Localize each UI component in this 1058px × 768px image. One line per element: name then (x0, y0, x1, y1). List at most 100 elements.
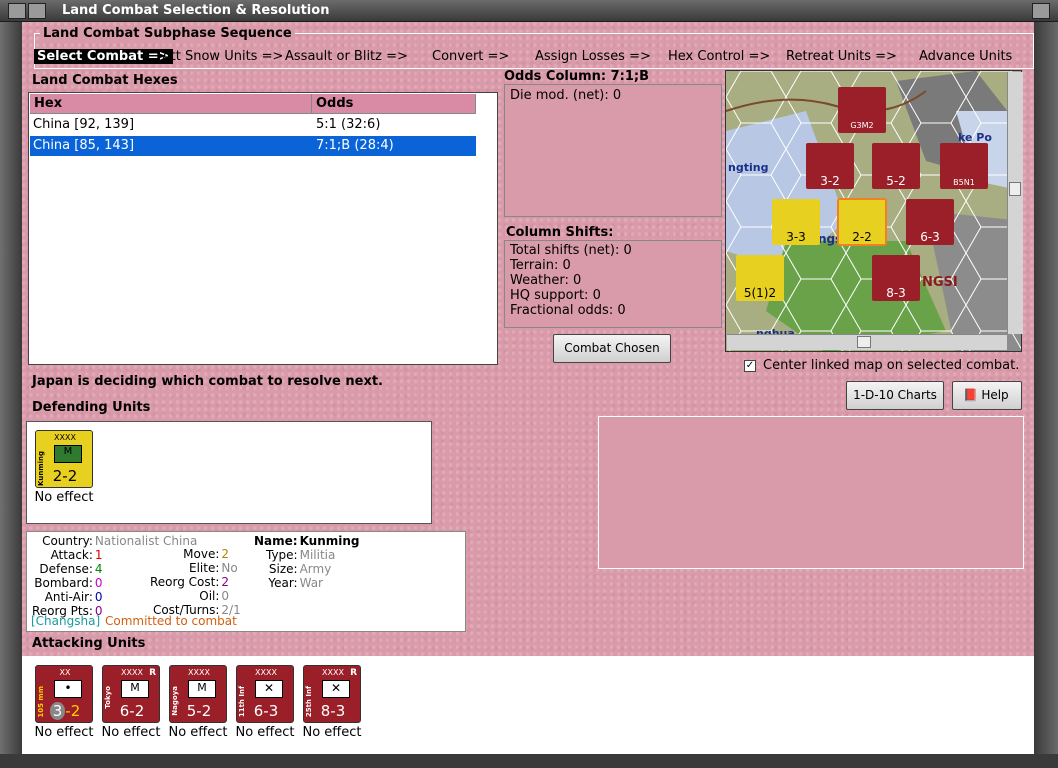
combat-hexes-table: Hex Odds China [92, 139] 5:1 (32:6) Chin… (28, 92, 498, 365)
attacking-unit-counter[interactable]: XXXX Nagoya M 5-2 (169, 665, 227, 723)
defending-units-title: Defending Units (32, 400, 151, 415)
step-advance-units: Advance Units (919, 49, 1013, 64)
svg-text:3-2: 3-2 (820, 174, 840, 188)
step-select-combat: Select Combat => (34, 49, 173, 64)
unit-status: Committed to combat (105, 614, 237, 628)
unit-info-panel: Country: Nationalist China Attack: 1 Defen… (26, 531, 466, 632)
attacking-unit-counter[interactable]: XXXX R 25th Inf ✕ 8-3 (303, 665, 361, 723)
map-counter[interactable]: 3-2 (806, 143, 854, 189)
step-att-snow: Att Snow Units => (162, 49, 284, 64)
shift-fractional: Fractional odds: 0 (510, 303, 626, 318)
combat-result-box (598, 416, 1024, 569)
defending-units-panel: XXXX Kunming M 2-2 No effect (26, 421, 432, 524)
table-row-selected[interactable]: China [85, 143] 7:1;B (28:4) (30, 136, 476, 156)
main-content: Land Combat Subphase Sequence Select Com… (22, 22, 1034, 754)
svg-text:8-3: 8-3 (886, 286, 906, 300)
center-map-checkbox[interactable]: ✓ (744, 360, 756, 372)
row-hex: China [85, 143] (33, 138, 135, 153)
window-title: Land Combat Selection & Resolution (62, 3, 330, 18)
map-counter[interactable]: 8-3 (872, 255, 920, 301)
map-counter[interactable]: 6-3 (906, 199, 954, 245)
help-button[interactable]: 📕 Help (952, 381, 1022, 410)
row-hex: China [92, 139] (33, 117, 135, 132)
combat-chosen-button[interactable]: Combat Chosen (553, 334, 671, 363)
shift-weather: Weather: 0 (510, 273, 582, 288)
step-hex-control: Hex Control => (668, 49, 771, 64)
step-assign-losses: Assign Losses => (535, 49, 651, 64)
map-vertical-scrollbar[interactable] (1007, 72, 1023, 334)
svg-text:6-3: 6-3 (920, 230, 940, 244)
status-message: Japan is deciding which combat to resolv… (32, 374, 383, 389)
odds-column-title: Odds Column: 7:1;B (504, 69, 650, 84)
odds-box: Die mod. (net): 0 (504, 84, 722, 217)
step-retreat-units: Retreat Units => (786, 49, 897, 64)
close-button[interactable] (1032, 3, 1050, 19)
svg-text:5(1)2: 5(1)2 (744, 286, 776, 300)
map-label: ke Po (958, 131, 992, 144)
info-col-2: Move: 2 Elite: No Reorg Cost: 2 Oil: 0 Cost/… (150, 547, 241, 617)
row-odds: 7:1;B (28:4) (316, 138, 394, 153)
land-combat-hexes-title: Land Combat Hexes (32, 73, 178, 88)
map-svg: ngting ke Po ngs NGSI nghua G3M2 3-2 5-2… (726, 71, 1021, 351)
svg-text:3-3: 3-3 (786, 230, 806, 244)
charts-button[interactable]: 1-D-10 Charts (846, 381, 944, 410)
step-assault-blitz: Assault or Blitz => (285, 49, 408, 64)
defending-effect: No effect (34, 490, 94, 505)
artillery-icon: • (54, 680, 82, 698)
attacking-unit-counter[interactable]: XXXX 11th Inf ✕ 6-3 (236, 665, 294, 723)
map-counter[interactable]: B5N1 (940, 143, 988, 189)
svg-text:2-2: 2-2 (852, 230, 872, 244)
infantry-icon: ✕ (255, 680, 283, 698)
map-counter[interactable]: 3-3 (772, 199, 820, 245)
table-row[interactable]: China [92, 139] 5:1 (32:6) (30, 115, 476, 135)
map-counter[interactable]: 5-2 (872, 143, 920, 189)
map-horizontal-scrollbar[interactable] (727, 334, 1007, 350)
shift-terrain: Terrain: 0 (510, 258, 571, 273)
attacking-effect: No effect (235, 725, 295, 740)
svg-text:5-2: 5-2 (886, 174, 906, 188)
attacking-effect: No effect (302, 725, 362, 740)
attacking-units-title: Attacking Units (32, 636, 146, 651)
map-label: ngting (728, 161, 768, 174)
map-counter[interactable]: 5(1)2 (736, 255, 784, 301)
shift-total: Total shifts (net): 0 (510, 243, 632, 258)
militia-icon: M (121, 680, 149, 698)
window-menu-button[interactable] (8, 3, 26, 19)
infantry-icon: ✕ (322, 680, 350, 698)
linked-map[interactable]: ngting ke Po ngs NGSI nghua G3M2 3-2 5-2… (725, 70, 1022, 352)
center-map-label: Center linked map on selected combat. (763, 358, 1020, 373)
minimize-button[interactable] (28, 3, 46, 19)
militia-icon: M (188, 680, 216, 698)
svg-text:B5N1: B5N1 (953, 178, 975, 187)
info-col-3: Name: Kunming Type: Militia Size: Army Year… (254, 534, 360, 590)
attacking-unit-counter[interactable]: XX 105 mm • 3 -2 (35, 665, 93, 723)
attacking-unit-counter[interactable]: XXXX R Tokyo M 6-2 (102, 665, 160, 723)
right-border (1034, 22, 1058, 754)
svg-text:G3M2: G3M2 (850, 121, 873, 130)
column-hex[interactable]: Hex (30, 94, 312, 114)
map-counter[interactable]: G3M2 (838, 87, 886, 133)
bottom-border (0, 754, 1058, 768)
column-shifts-title: Column Shifts: (506, 225, 614, 240)
attacking-units-panel: XX 105 mm • 3 -2 No effect XXXX R Tokyo M… (22, 656, 1034, 754)
title-bar: Land Combat Selection & Resolution (0, 0, 1058, 22)
row-odds: 5:1 (32:6) (316, 117, 381, 132)
column-shifts-box: Total shifts (net): 0 Terrain: 0 Weather… (504, 240, 722, 328)
scroll-thumb[interactable] (1009, 182, 1021, 196)
left-border (0, 22, 22, 754)
unit-location: [Changsha] (31, 614, 101, 628)
sequence-title: Land Combat Subphase Sequence (40, 26, 295, 41)
map-label: NGSI (922, 275, 958, 290)
shift-hq: HQ support: 0 (510, 288, 601, 303)
defending-unit-counter[interactable]: XXXX Kunming M 2-2 (35, 430, 93, 488)
militia-icon: M (54, 445, 82, 463)
map-counter[interactable]: 2-2 (837, 198, 887, 246)
attacking-effect: No effect (34, 725, 94, 740)
step-convert: Convert => (432, 49, 510, 64)
attacking-effect: No effect (168, 725, 228, 740)
window-frame: Land Combat Selection & Resolution Land … (0, 0, 1058, 768)
die-mod: Die mod. (net): 0 (510, 88, 622, 103)
attacking-effect: No effect (101, 725, 161, 740)
column-odds[interactable]: Odds (312, 94, 476, 114)
scroll-thumb[interactable] (857, 336, 871, 348)
